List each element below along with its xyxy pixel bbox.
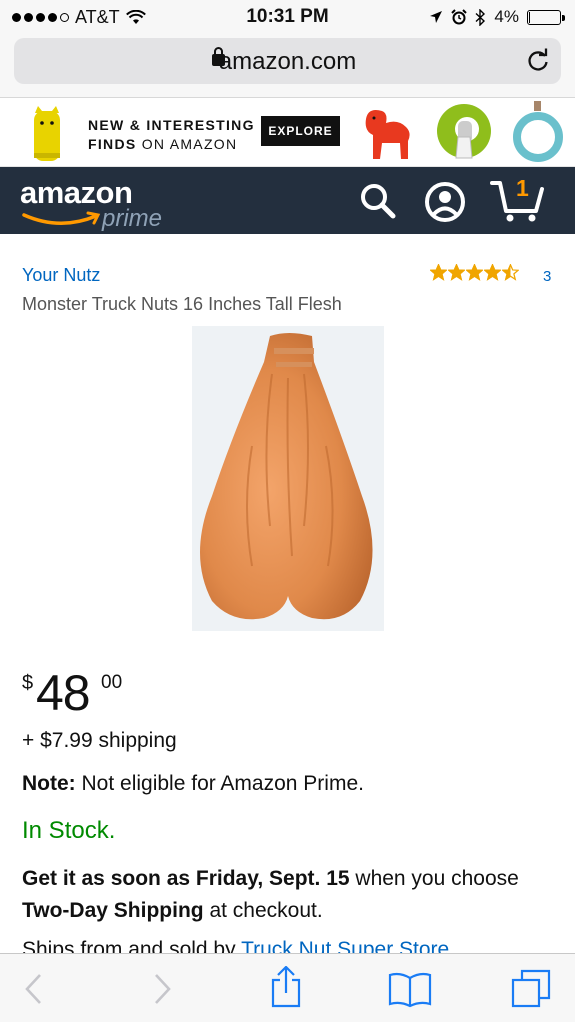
cart-count: 1: [516, 175, 529, 201]
ring-toy-image: [513, 101, 563, 162]
delivery-info: Get it as soon as Friday, Sept. 15 when …: [22, 867, 519, 922]
address-bar[interactable]: amazon.com: [14, 38, 561, 84]
cat-lamp-image: [34, 106, 60, 161]
star-icon: [466, 264, 483, 281]
tabs-icon[interactable]: [510, 968, 552, 1010]
star-rating[interactable]: [430, 264, 519, 281]
green-hook-image: [437, 104, 491, 159]
star-icon: [502, 264, 519, 281]
forward-icon[interactable]: [150, 972, 174, 1006]
review-count[interactable]: 3: [543, 268, 551, 285]
location-icon: [430, 11, 443, 23]
stock-status: In Stock.: [22, 817, 116, 844]
amazon-smile-icon: [22, 211, 101, 225]
status-bar: AT&T 10:31 PM 4%: [0, 0, 575, 34]
price-currency: $: [22, 672, 34, 694]
bookmarks-icon[interactable]: [388, 972, 432, 1008]
back-icon[interactable]: [22, 972, 46, 1006]
battery-percent: 4%: [494, 7, 519, 26]
account-icon[interactable]: [424, 181, 466, 223]
promo-banner[interactable]: NEW & INTERESTING FINDS ON AMAZON EXPLOR…: [0, 99, 575, 167]
reload-icon[interactable]: [525, 48, 551, 74]
amazon-header: amazon prime 1: [0, 167, 575, 234]
star-icon: [484, 264, 501, 281]
product-image[interactable]: [192, 326, 384, 631]
share-icon[interactable]: [268, 966, 304, 1008]
price-fraction: 00: [101, 672, 123, 693]
red-dog-toy-image: [365, 110, 410, 159]
prime-note: Note: Not eligible for Amazon Prime.: [22, 772, 364, 796]
prime-label: prime: [102, 205, 163, 232]
status-right: 4%: [429, 7, 565, 27]
note-label: Note:: [22, 772, 76, 795]
note-text: Not eligible for Amazon Prime.: [75, 772, 364, 795]
alarm-icon: [451, 9, 468, 25]
banner-text: NEW & INTERESTING FINDS ON AMAZON: [88, 117, 255, 152]
explore-button[interactable]: EXPLORE: [261, 116, 340, 146]
star-icon: [448, 264, 465, 281]
battery-icon: [527, 9, 565, 25]
product-title: Monster Truck Nuts 16 Inches Tall Flesh: [22, 294, 342, 314]
price-whole: 48: [36, 665, 91, 721]
safari-toolbar: [0, 953, 575, 1022]
bluetooth-icon: [475, 8, 486, 26]
brand-link[interactable]: Your Nutz: [22, 265, 100, 286]
browser-chrome: amazon.com: [0, 34, 575, 98]
star-icon: [430, 264, 447, 281]
shipping-cost: + $7.99 shipping: [22, 729, 177, 752]
search-icon[interactable]: [358, 181, 398, 221]
url-text: amazon.com: [218, 48, 357, 75]
